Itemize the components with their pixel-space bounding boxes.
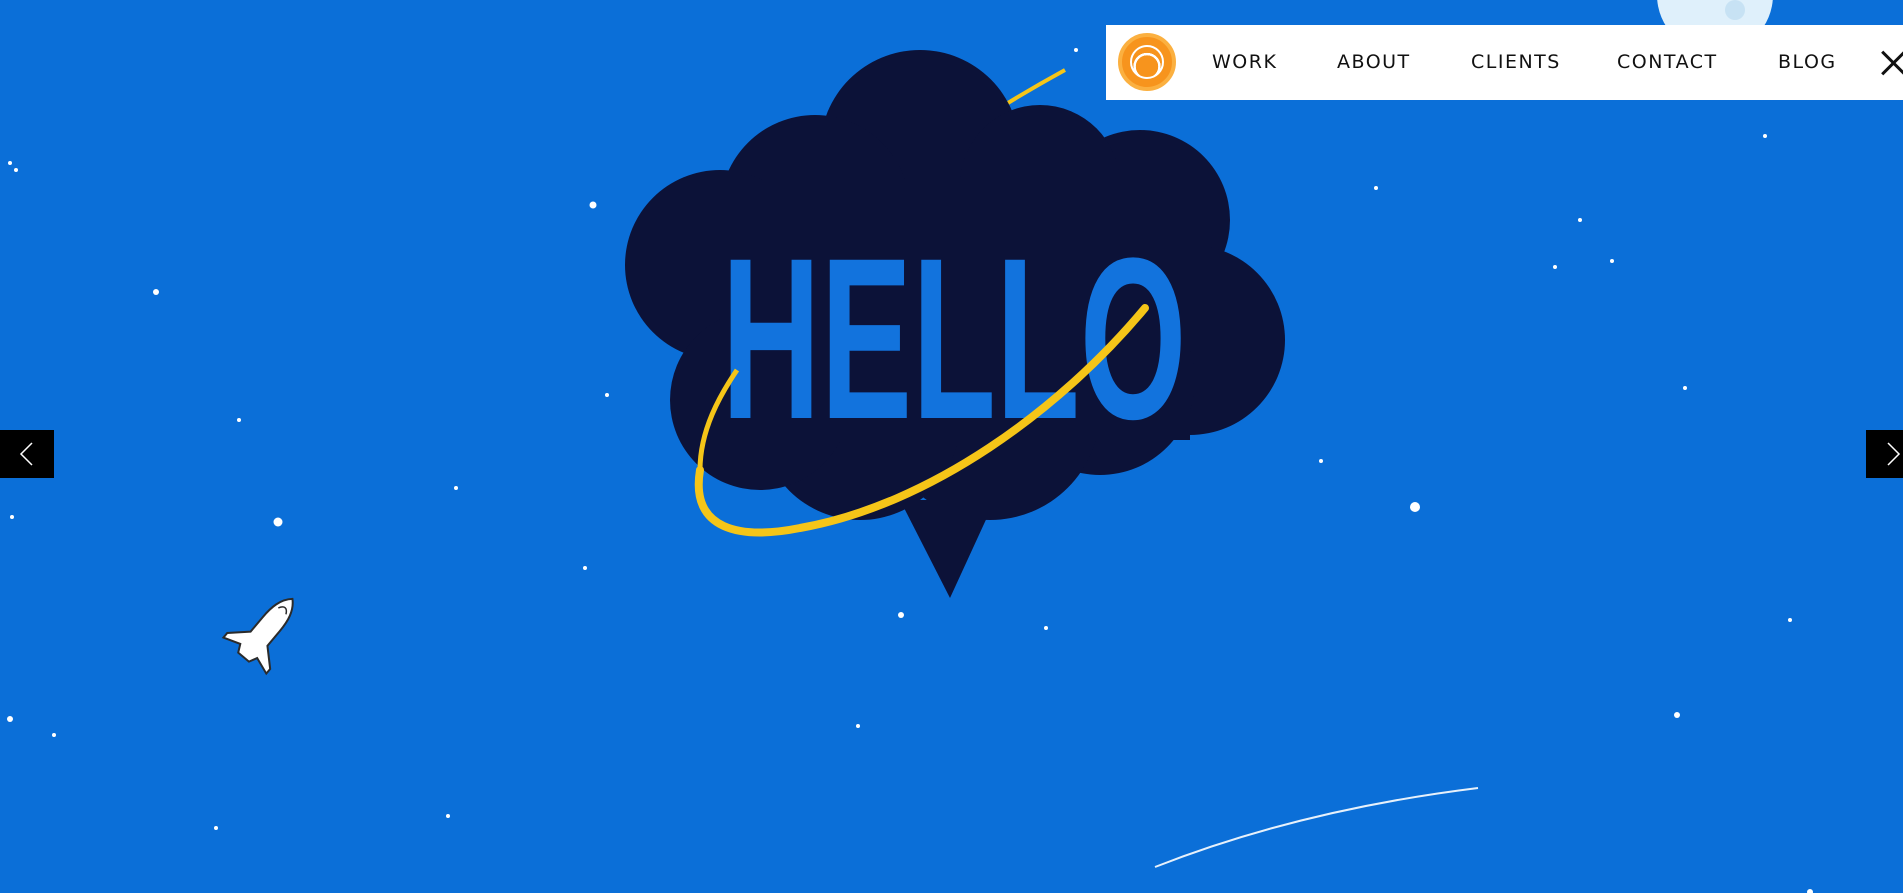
nav-item-work[interactable]: WORK [1212,25,1277,100]
top-navigation: WORK ABOUT CLIENTS CONTACT BLOG [1106,25,1903,100]
close-icon[interactable] [1877,46,1903,80]
chevron-right-icon [1887,442,1901,466]
chevron-left-icon [19,442,33,466]
slider-prev-button[interactable] [0,430,54,478]
sun-logo-icon[interactable] [1118,33,1176,91]
nav-item-blog[interactable]: BLOG [1778,25,1837,100]
shooting-star [1154,787,1479,868]
nav-item-clients[interactable]: CLIENTS [1471,25,1561,100]
slider-next-button[interactable] [1866,430,1903,478]
nav-item-about[interactable]: ABOUT [1337,25,1411,100]
space-scene: HELLO [7,0,1813,893]
shuttle-icon [221,597,294,676]
nav-item-contact[interactable]: CONTACT [1617,25,1718,100]
